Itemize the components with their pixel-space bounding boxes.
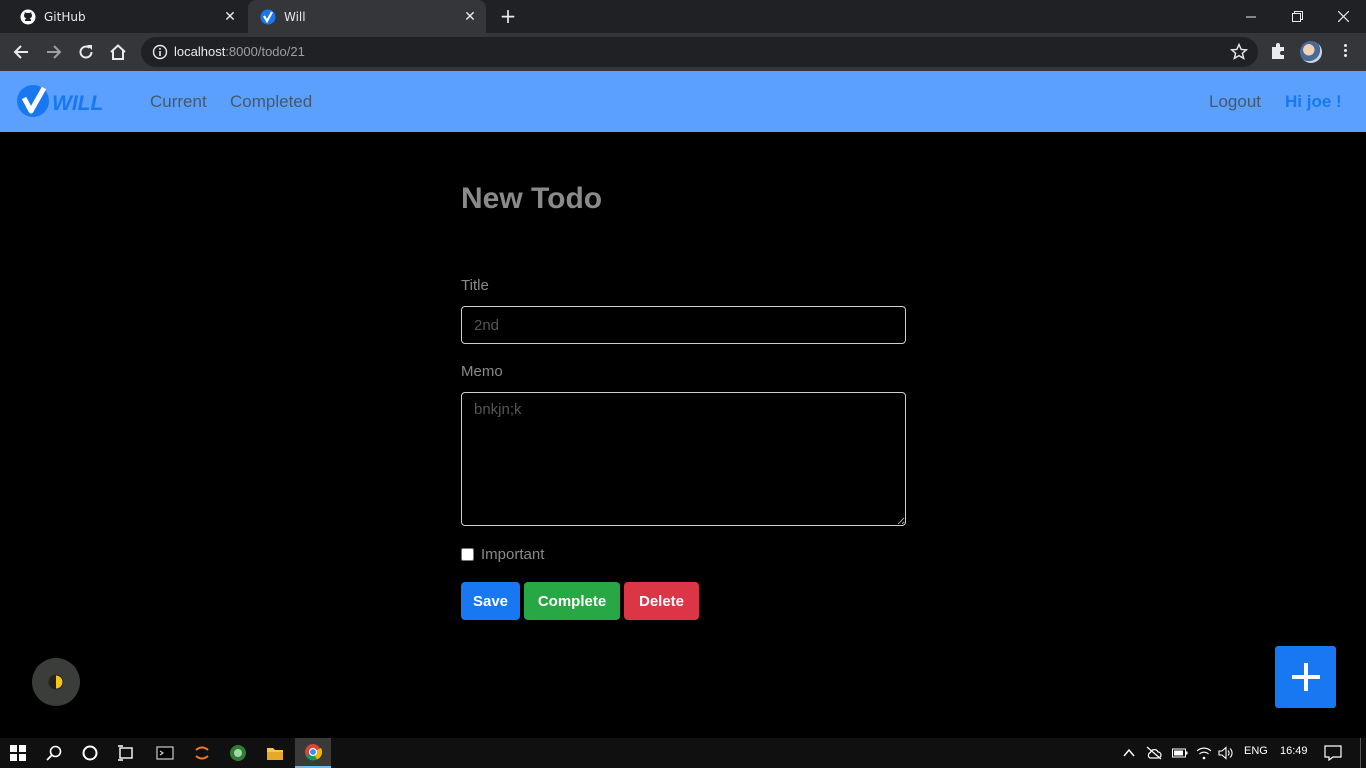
windows-taskbar: ENG 16:49 xyxy=(0,738,1366,768)
volume-icon[interactable] xyxy=(1218,746,1234,760)
minimize-icon xyxy=(1246,16,1256,17)
taskbar-app-green[interactable] xyxy=(220,738,256,768)
complete-button[interactable]: Complete xyxy=(524,582,620,620)
bookmark-star-icon[interactable] xyxy=(1230,43,1248,61)
close-icon xyxy=(1337,11,1349,22)
will-favicon-icon xyxy=(260,9,276,24)
dark-mode-toggle[interactable] xyxy=(32,658,80,706)
search-icon xyxy=(46,745,62,761)
brand-text: WILL xyxy=(52,92,103,115)
browser-toolbar: localhost:8000/todo/21 xyxy=(0,33,1366,71)
nav-link-completed[interactable]: Completed xyxy=(230,92,312,112)
tab-close-icon[interactable]: ✕ xyxy=(462,9,478,25)
tab-label: GitHub xyxy=(44,9,86,24)
home-icon xyxy=(110,44,126,60)
github-icon xyxy=(20,9,36,24)
minimize-button[interactable] xyxy=(1228,0,1274,33)
show-desktop-divider[interactable] xyxy=(1360,738,1361,768)
important-row[interactable]: Important xyxy=(461,546,544,563)
nav-link-current[interactable]: Current xyxy=(150,92,207,112)
arrow-right-icon xyxy=(47,45,62,59)
close-window-button[interactable] xyxy=(1320,0,1366,33)
taskbar-chrome[interactable] xyxy=(295,738,331,768)
logout-link[interactable]: Logout xyxy=(1209,92,1261,112)
title-input[interactable] xyxy=(461,306,906,344)
profile-avatar[interactable] xyxy=(1300,41,1322,63)
half-moon-icon xyxy=(48,674,64,690)
taskbar-jupyter[interactable] xyxy=(184,738,220,768)
cloud-offline-icon[interactable] xyxy=(1146,746,1162,760)
cortana-button[interactable] xyxy=(72,738,108,768)
browser-menu-icon[interactable] xyxy=(1337,42,1353,62)
back-button[interactable] xyxy=(8,39,34,65)
info-icon[interactable] xyxy=(152,44,168,60)
language-indicator[interactable]: ENG xyxy=(1244,745,1268,757)
user-greeting[interactable]: Hi joe ! xyxy=(1285,92,1342,112)
start-button[interactable] xyxy=(0,738,36,768)
tray-chevron-up-icon[interactable] xyxy=(1123,748,1135,758)
folder-icon xyxy=(267,748,283,760)
notifications-icon[interactable] xyxy=(1324,745,1342,761)
delete-button[interactable]: Delete xyxy=(624,582,699,620)
wifi-icon[interactable] xyxy=(1196,746,1212,760)
taskbar-terminal[interactable] xyxy=(147,738,183,768)
chrome-icon xyxy=(305,744,322,761)
tab-github[interactable]: GitHub ✕ xyxy=(8,0,246,33)
extensions-puzzle-icon[interactable] xyxy=(1269,42,1287,60)
home-button[interactable] xyxy=(105,39,131,65)
url-host: localhost xyxy=(174,44,226,59)
tab-close-icon[interactable]: ✕ xyxy=(222,9,238,25)
search-button[interactable] xyxy=(36,738,72,768)
reload-button[interactable] xyxy=(73,39,99,65)
cortana-circle-icon xyxy=(82,745,98,761)
battery-icon[interactable] xyxy=(1172,747,1188,759)
browser-tab-bar: GitHub ✕ Will ✕ + xyxy=(0,0,1366,33)
jupyter-icon xyxy=(195,746,209,760)
restore-icon xyxy=(1291,11,1303,22)
terminal-icon xyxy=(156,746,174,760)
reload-icon xyxy=(79,45,93,59)
tab-will[interactable]: Will ✕ xyxy=(248,0,486,33)
restore-button[interactable] xyxy=(1274,0,1320,33)
task-view-button[interactable] xyxy=(108,738,144,768)
will-logo[interactable]: WILL xyxy=(16,84,126,118)
memo-label: Memo xyxy=(461,363,503,380)
task-view-icon xyxy=(118,745,133,761)
clock[interactable]: 16:49 xyxy=(1280,745,1308,757)
memo-textarea[interactable]: bnkjn;k xyxy=(461,392,906,526)
important-checkbox[interactable] xyxy=(461,548,474,561)
tab-label: Will xyxy=(284,9,306,24)
save-button[interactable]: Save xyxy=(461,582,520,620)
green-app-icon xyxy=(230,745,246,761)
title-label: Title xyxy=(461,277,489,294)
arrow-left-icon xyxy=(13,45,28,59)
add-todo-button[interactable] xyxy=(1275,646,1336,708)
new-tab-button[interactable]: + xyxy=(498,6,518,27)
address-bar[interactable]: localhost:8000/todo/21 xyxy=(141,37,1258,67)
url-text[interactable]: localhost:8000/todo/21 xyxy=(174,44,305,59)
app-navbar: WILL Current Completed Logout Hi joe ! xyxy=(0,71,1366,132)
windows-logo-icon xyxy=(10,745,26,761)
url-path: :8000/todo/21 xyxy=(225,44,305,59)
plus-icon xyxy=(1291,663,1320,691)
important-label[interactable]: Important xyxy=(481,546,544,563)
taskbar-file-explorer[interactable] xyxy=(257,738,293,768)
page-title: New Todo xyxy=(461,182,603,215)
forward-button[interactable] xyxy=(41,39,67,65)
